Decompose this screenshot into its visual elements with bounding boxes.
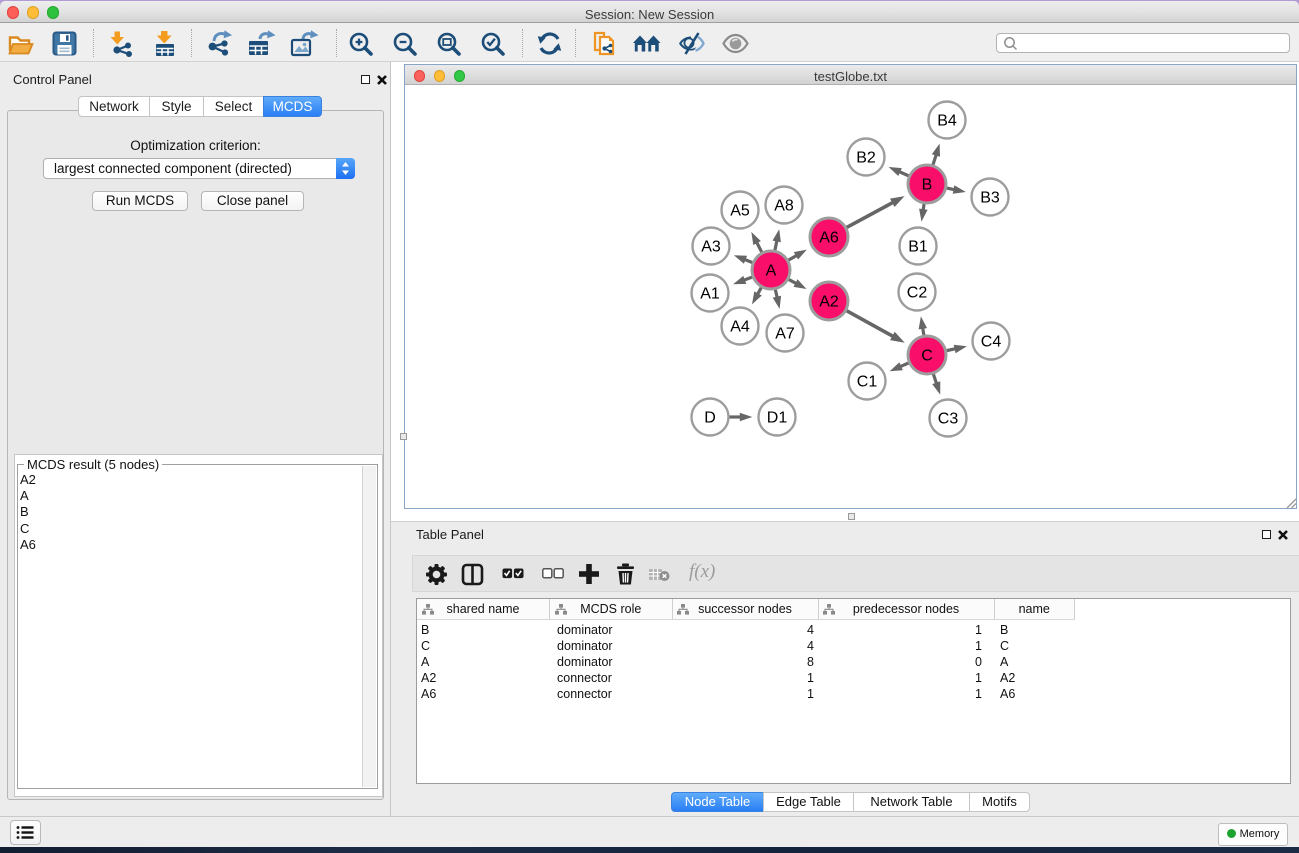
svg-text:D: D (704, 410, 716, 427)
svg-text:B: B (922, 177, 933, 194)
svg-text:C3: C3 (938, 411, 959, 428)
svg-text:A8: A8 (774, 198, 794, 215)
svg-text:A3: A3 (701, 239, 721, 256)
svg-text:A1: A1 (700, 286, 720, 303)
svg-text:A: A (766, 263, 777, 280)
svg-text:B4: B4 (937, 113, 957, 130)
svg-text:A6: A6 (819, 230, 839, 247)
svg-text:A2: A2 (819, 294, 839, 311)
svg-text:C1: C1 (857, 374, 878, 391)
svg-text:D1: D1 (767, 410, 788, 427)
svg-text:B1: B1 (908, 239, 928, 256)
svg-text:C4: C4 (981, 334, 1002, 351)
svg-text:A4: A4 (730, 319, 750, 336)
svg-text:C2: C2 (907, 285, 928, 302)
svg-text:B3: B3 (980, 190, 1000, 207)
svg-text:C: C (921, 348, 933, 365)
svg-text:A5: A5 (730, 203, 750, 220)
svg-text:B2: B2 (856, 150, 876, 167)
svg-text:A7: A7 (775, 326, 795, 343)
